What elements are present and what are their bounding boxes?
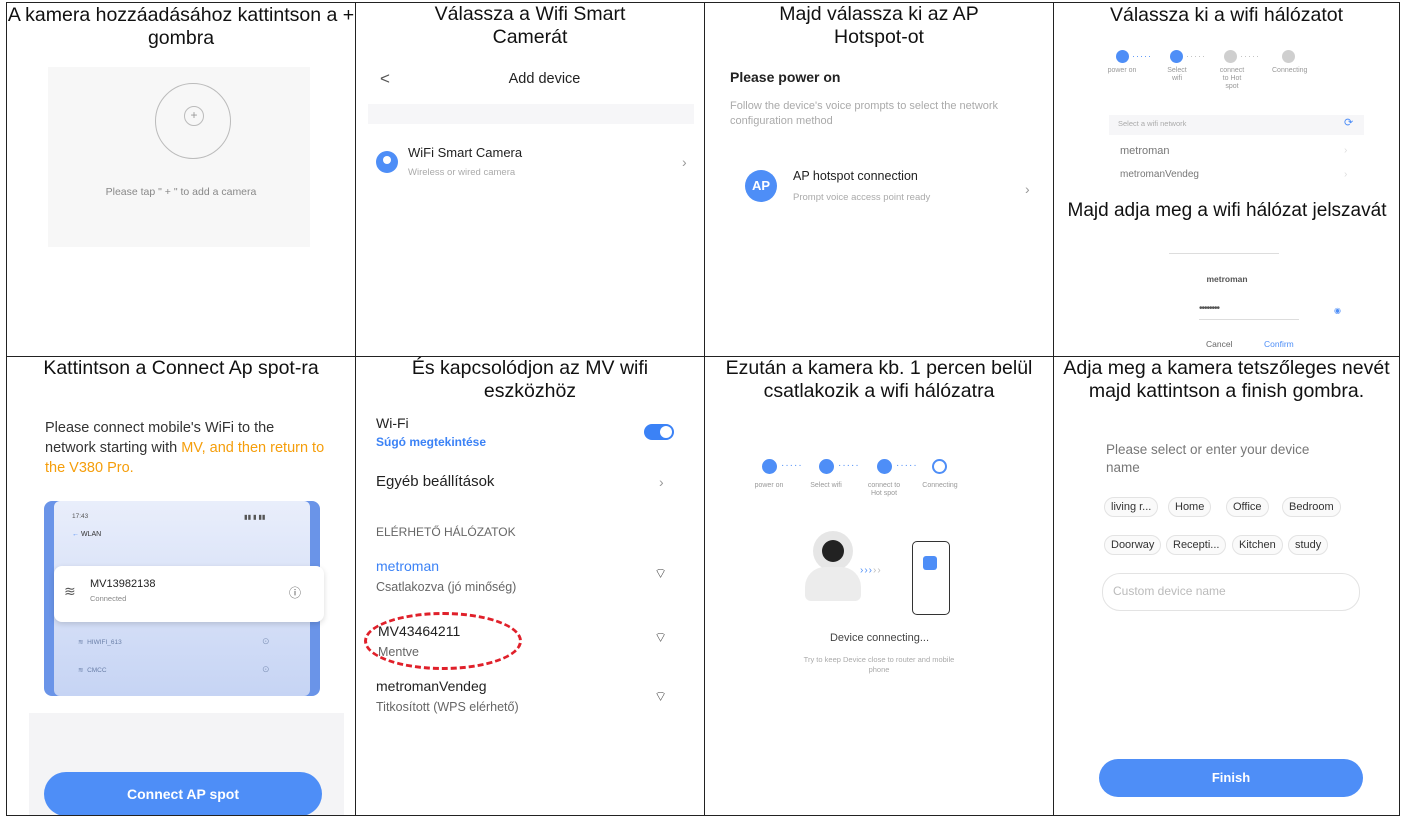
device-name-prompt: Please select or enter your device name <box>1106 442 1310 475</box>
help-link[interactable]: Súgó megtekintése <box>376 435 486 449</box>
item-title: AP hotspot connection <box>793 169 918 183</box>
step-cell-7: Ezután a kamera kb. 1 percen belül csatl… <box>704 356 1054 816</box>
network-name[interactable]: metromanVendeg <box>376 678 487 694</box>
plus-icon[interactable]: + <box>184 106 204 126</box>
connect-instructions: Please connect mobile's WiFi to the netw… <box>45 420 325 476</box>
step-cell-1: A kamera hozzáadásához kattintson a + go… <box>6 2 356 357</box>
connecting-status: Device connecting... <box>829 632 930 644</box>
camera-illustration <box>813 531 853 571</box>
step-label: power on <box>1107 67 1137 74</box>
wifi-lock-icon: ⌔ <box>654 688 668 704</box>
chevron-right-icon: › <box>659 474 664 490</box>
wlan-title: ← WLAN <box>72 531 102 538</box>
power-on-desc: Follow the device's voice prompts to sel… <box>730 100 999 127</box>
step-caption: Ezután a kamera kb. 1 percen belül csatl… <box>725 357 1033 403</box>
name-chip[interactable]: Recepti... <box>1166 535 1227 555</box>
step-cell-2: Válassza a Wifi Smart Camerát < Add devi… <box>355 2 705 357</box>
wifi-toggle[interactable] <box>644 424 674 440</box>
refresh-icon[interactable]: ⟳ <box>1344 116 1353 129</box>
password-caption: Majd adja meg a wifi hálózat jelszavát <box>1067 200 1387 221</box>
phone-illustration <box>912 541 950 615</box>
step-dot <box>819 459 834 474</box>
item-subtitle: Wireless or wired camera <box>408 167 516 178</box>
step-label: Connecting <box>1272 67 1308 74</box>
step-caption: Adja meg a kamera tetszőleges nevét majd… <box>1063 357 1390 403</box>
network-name[interactable]: metroman <box>376 558 439 574</box>
name-chip[interactable]: Doorway <box>1104 535 1162 555</box>
step-caption: Válassza a Wifi Smart Camerát <box>434 3 626 49</box>
add-camera-circle[interactable]: + <box>155 83 231 159</box>
network-status: Connected <box>90 594 127 603</box>
wifi-lock-icon: ⌔ <box>654 565 668 581</box>
name-chip[interactable]: Bedroom <box>1282 497 1341 517</box>
step-label: Select wifi <box>810 482 842 489</box>
wifi-icon: ⌔ <box>654 629 668 645</box>
step-cell-3: Majd válassza ki az AP Hotspot-ot Please… <box>704 2 1054 357</box>
step-caption: És kapcsolódjon az MV wifi eszközhöz <box>411 357 649 403</box>
instructions-grid: A kamera hozzáadásához kattintson a + go… <box>6 2 1400 816</box>
ap-badge: AP <box>745 170 777 202</box>
step-caption: Majd válassza ki az AP Hotspot-ot <box>779 3 979 49</box>
name-chip[interactable]: living r... <box>1104 497 1159 517</box>
power-on-heading: Please power on <box>730 69 841 85</box>
custom-name-input[interactable]: Custom device name <box>1102 573 1360 611</box>
step-dot <box>877 459 892 474</box>
info-icon[interactable]: ⓘ <box>289 584 301 601</box>
step-cell-8: Adja meg a kamera tetszőleges nevét majd… <box>1053 356 1400 816</box>
network-status: Titkosított (WPS elérhető) <box>376 700 519 714</box>
password-field[interactable]: •••••••• <box>1199 303 1299 320</box>
connecting-hint: Try to keep Device close to router and m… <box>803 655 955 674</box>
chevron-right-icon: › <box>1025 181 1030 197</box>
step-label: Connecting <box>922 482 958 489</box>
step-caption: A kamera hozzáadásához kattintson a + go… <box>7 4 355 49</box>
network-item[interactable]: metroman <box>1120 145 1170 157</box>
chevron-right-icon: › <box>682 154 687 170</box>
step-label: power on <box>754 482 784 489</box>
wifi-label: Wi-Fi <box>376 415 409 431</box>
step-caption: Kattintson a Connect Ap spot-ra <box>43 357 319 380</box>
other-settings[interactable]: Egyéb beállítások <box>376 473 494 490</box>
name-chip[interactable]: Office <box>1226 497 1269 517</box>
step-dot <box>1170 50 1183 63</box>
step-cell-4: Válassza ki a wifi hálózatot ····· ·····… <box>1053 2 1400 357</box>
eye-icon[interactable]: ◉ <box>1334 306 1341 315</box>
finish-button[interactable]: Finish <box>1099 759 1363 797</box>
other-network[interactable]: ≋ HIWIFI_613 <box>78 638 122 646</box>
name-chip[interactable]: Home <box>1168 497 1212 517</box>
connect-ap-spot-button[interactable]: Connect AP spot <box>44 772 322 815</box>
add-camera-hint: Please tap " + " to add a camera <box>105 186 257 198</box>
step-dot <box>762 459 777 474</box>
cancel-button[interactable]: Cancel <box>1206 339 1232 349</box>
network-status: Csatlakozva (jó minőség) <box>376 580 517 594</box>
item-subtitle: Prompt voice access point ready <box>793 192 931 203</box>
step-cell-6: És kapcsolódjon az MV wifi eszközhöz Wi-… <box>355 356 705 816</box>
step-dot <box>932 459 947 474</box>
other-network[interactable]: ≋ CMCC <box>78 666 107 674</box>
step-caption: Válassza ki a wifi hálózatot <box>1109 4 1344 26</box>
wifi-icon: ≋ <box>64 583 76 599</box>
phone-preview: 17:43 ▮▮ ▮ ▮▮ ← WLAN ≋ MV13982138 Connec… <box>44 501 324 696</box>
step-label: connect to Hot spot <box>1219 67 1245 90</box>
step-dot <box>1116 50 1129 63</box>
name-chip[interactable]: Kitchen <box>1232 535 1283 555</box>
step-label: Select wifi <box>1167 67 1187 82</box>
step-dot <box>1224 50 1237 63</box>
add-device-title: Add device <box>508 71 581 87</box>
step-cell-5: Kattintson a Connect Ap spot-ra Please c… <box>6 356 356 816</box>
highlight-ellipse <box>364 612 522 670</box>
available-networks-header: ELÉRHETŐ HÁLÓZATOK <box>376 525 516 539</box>
list-header: Select a wifi network <box>1118 119 1187 128</box>
name-chip[interactable]: study <box>1288 535 1329 555</box>
network-name: MV13982138 <box>90 578 156 590</box>
item-title: WiFi Smart Camera <box>408 145 523 160</box>
step-label: connect to Hot spot <box>867 482 901 497</box>
confirm-button[interactable]: Confirm <box>1264 339 1294 349</box>
dialog-ssid: metroman <box>1206 274 1248 284</box>
camera-icon <box>376 151 398 173</box>
status-time: 17:43 <box>72 513 89 520</box>
step-dot <box>1282 50 1295 63</box>
network-item[interactable]: metromanVendeg <box>1120 169 1199 180</box>
